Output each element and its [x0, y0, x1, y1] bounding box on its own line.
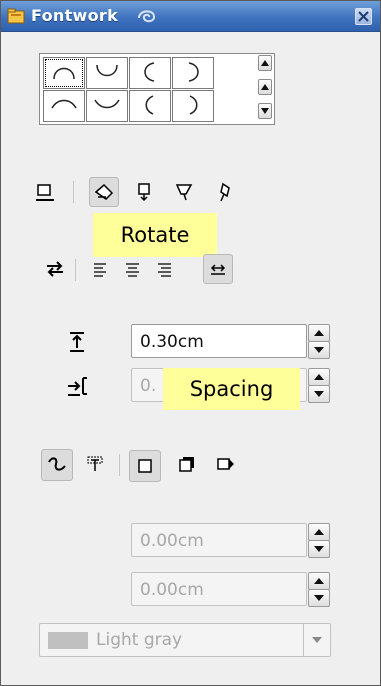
- spacing-tooltip: Spacing: [163, 368, 300, 410]
- arrow-up-icon: [314, 578, 324, 584]
- shadow-y-spinner[interactable]: [308, 572, 330, 607]
- title-bar[interactable]: Fontwork: [1, 1, 380, 32]
- arrow-down-icon: [261, 108, 269, 114]
- distance-increment-button[interactable]: [308, 324, 330, 342]
- toolbar-separator: [73, 181, 74, 203]
- shadow-y-increment-button[interactable]: [308, 572, 330, 590]
- slant-vertical-icon[interactable]: [211, 178, 239, 206]
- distance-field[interactable]: 0.30cm: [131, 324, 307, 358]
- toolbar-separator: [75, 259, 76, 281]
- align-right-icon[interactable]: [151, 255, 179, 283]
- shadow-y-decrement-button[interactable]: [308, 589, 330, 607]
- rotate-icon[interactable]: [89, 177, 119, 207]
- align-left-icon[interactable]: [87, 255, 115, 283]
- close-button[interactable]: [355, 8, 372, 25]
- indent-decrement-button[interactable]: [308, 385, 330, 403]
- open-circle-up-icon[interactable]: [43, 90, 85, 122]
- close-icon: [358, 11, 369, 22]
- shadow-x-spinner[interactable]: [308, 523, 330, 558]
- orientation-icon[interactable]: [41, 255, 69, 283]
- dropdown-button[interactable]: [303, 624, 330, 656]
- shadow-x-increment-button[interactable]: [308, 523, 330, 541]
- align-center-icon[interactable]: [119, 255, 147, 283]
- arrow-up-icon: [261, 84, 269, 90]
- chevron-down-icon: [312, 637, 322, 643]
- slant-shadow-icon[interactable]: [211, 450, 239, 478]
- fontwork-app-icon: [7, 7, 25, 25]
- off-icon[interactable]: [31, 178, 59, 206]
- distance-spinner[interactable]: [308, 324, 330, 359]
- indent-increment-button[interactable]: [308, 368, 330, 386]
- fontwork-window: Fontwork Rotate 0.30cm 0. Spacing 0.00cm…: [0, 0, 381, 686]
- shadow-color-select[interactable]: Light gray: [39, 623, 331, 657]
- indent-spinner[interactable]: [308, 368, 330, 403]
- swirl-icon: [136, 6, 158, 26]
- arrow-up-icon: [261, 60, 269, 66]
- gallery-scroll-up-button[interactable]: [258, 55, 272, 71]
- arrow-down-icon: [314, 546, 324, 552]
- open-circle-down-icon[interactable]: [86, 90, 128, 122]
- arrow-down-icon: [314, 595, 324, 601]
- shadow-off-icon[interactable]: [129, 450, 161, 482]
- distance-decrement-button[interactable]: [308, 341, 330, 359]
- indent-icon: [66, 375, 88, 397]
- arrow-down-icon: [314, 391, 324, 397]
- arc-up-icon[interactable]: [43, 57, 85, 89]
- shadow-x-decrement-button[interactable]: [308, 540, 330, 558]
- gallery-page-up-button[interactable]: [258, 79, 272, 95]
- window-title: Fontwork: [31, 6, 119, 25]
- arrow-down-icon: [314, 347, 324, 353]
- gallery-scroll-down-button[interactable]: [258, 103, 272, 119]
- color-swatch: [48, 632, 88, 649]
- gallery-scrollbar[interactable]: [258, 55, 272, 121]
- arrow-up-icon: [314, 330, 324, 336]
- arrow-up-icon: [314, 529, 324, 535]
- toolbar-separator: [119, 454, 120, 476]
- contour-icon[interactable]: [41, 449, 73, 481]
- arrow-up-icon: [314, 374, 324, 380]
- distance-icon: [66, 331, 88, 353]
- slant-horizontal-icon[interactable]: [171, 178, 199, 206]
- autosize-text-icon[interactable]: [203, 254, 233, 284]
- fontwork-shape-gallery: [39, 53, 275, 125]
- upright-icon[interactable]: [131, 178, 159, 206]
- rotate-tooltip: Rotate: [93, 213, 217, 257]
- shadow-y-distance-field[interactable]: 0.00cm: [131, 572, 307, 606]
- arc-left-icon[interactable]: [129, 57, 171, 89]
- arc-right-icon[interactable]: [172, 57, 214, 89]
- open-circle-right-icon[interactable]: [172, 90, 214, 122]
- open-circle-left-icon[interactable]: [129, 90, 171, 122]
- text-frame-icon[interactable]: [81, 450, 109, 478]
- arc-down-icon[interactable]: [86, 57, 128, 89]
- vertical-shadow-icon[interactable]: [173, 450, 201, 478]
- shadow-x-distance-field[interactable]: 0.00cm: [131, 523, 307, 557]
- shadow-color-value: Light gray: [96, 630, 183, 650]
